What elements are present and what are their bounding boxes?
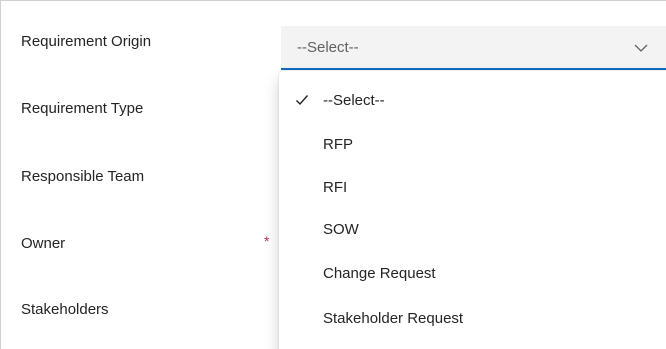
- requirement-origin-select-value: --Select--: [297, 39, 359, 56]
- option-stakeholder-request[interactable]: Stakeholder Request: [279, 301, 666, 339]
- option-label: RFI: [323, 179, 348, 196]
- requirement-origin-select[interactable]: --Select--: [281, 26, 666, 70]
- option-label: SOW: [323, 221, 359, 238]
- option-select-placeholder[interactable]: --Select--: [279, 83, 666, 121]
- stakeholders-label: Stakeholders: [21, 301, 109, 318]
- requirement-origin-listbox: --Select-- RFP RFI SOW Change Request St…: [279, 71, 666, 349]
- option-label: Stakeholder Request: [323, 310, 464, 327]
- option-rfp[interactable]: RFP: [279, 127, 666, 165]
- owner-label: Owner: [21, 235, 66, 252]
- form-panel: Requirement Origin Requirement Type Resp…: [0, 0, 666, 349]
- checkmark-icon: [296, 95, 309, 106]
- option-change-request[interactable]: Change Request: [279, 256, 666, 294]
- responsible-team-label: Responsible Team: [21, 168, 145, 185]
- option-label: RFP: [323, 136, 353, 153]
- option-rfi[interactable]: RFI: [279, 170, 666, 208]
- option-label: Change Request: [323, 265, 436, 282]
- option-sow[interactable]: SOW: [279, 212, 666, 250]
- requirement-type-label: Requirement Type: [21, 100, 144, 117]
- required-indicator: *: [264, 233, 270, 249]
- option-label: --Select--: [323, 92, 385, 109]
- requirement-origin-label: Requirement Origin: [21, 33, 152, 50]
- chevron-down-icon[interactable]: [633, 40, 649, 56]
